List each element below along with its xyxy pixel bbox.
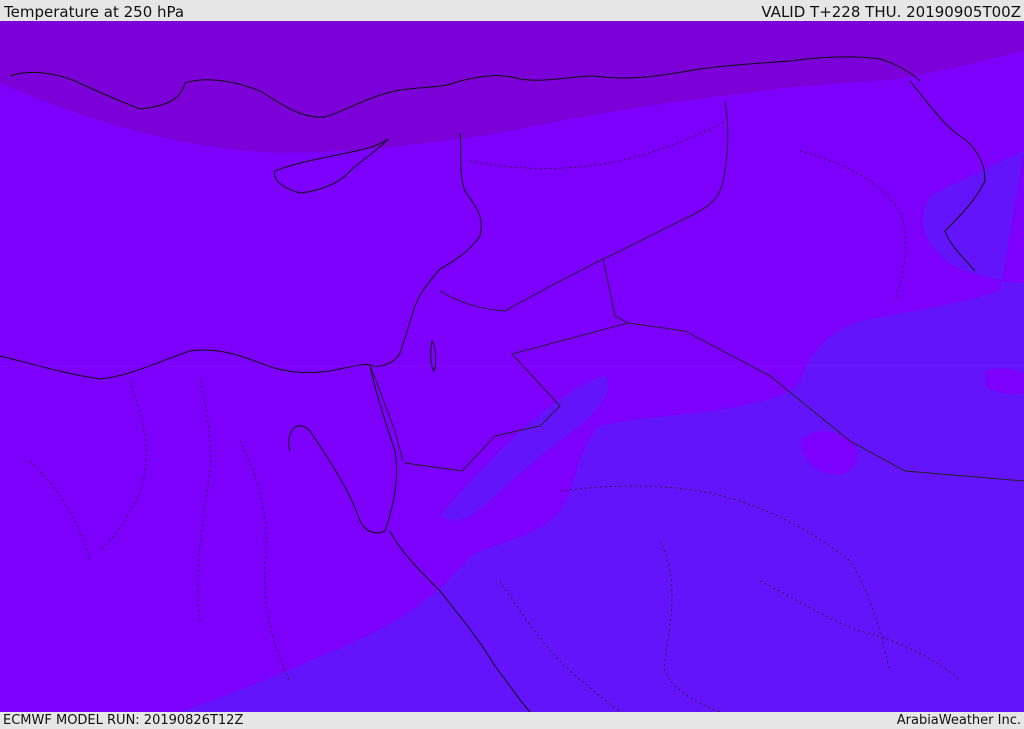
valid-time: VALID T+228 THU. 20190905T00Z [761, 3, 1021, 21]
model-run-label: ECMWF MODEL RUN: 20190826T12Z [3, 713, 244, 728]
map-title: Temperature at 250 hPa [4, 3, 185, 21]
credit-label: ArabiaWeather Inc. [896, 713, 1021, 728]
map-canvas [0, 21, 1024, 712]
weather-map[interactable] [0, 21, 1024, 712]
footer-bar: ECMWF MODEL RUN: 20190826T12Z ArabiaWeat… [0, 712, 1024, 729]
header-bar: Temperature at 250 hPa VALID T+228 THU. … [0, 0, 1024, 21]
